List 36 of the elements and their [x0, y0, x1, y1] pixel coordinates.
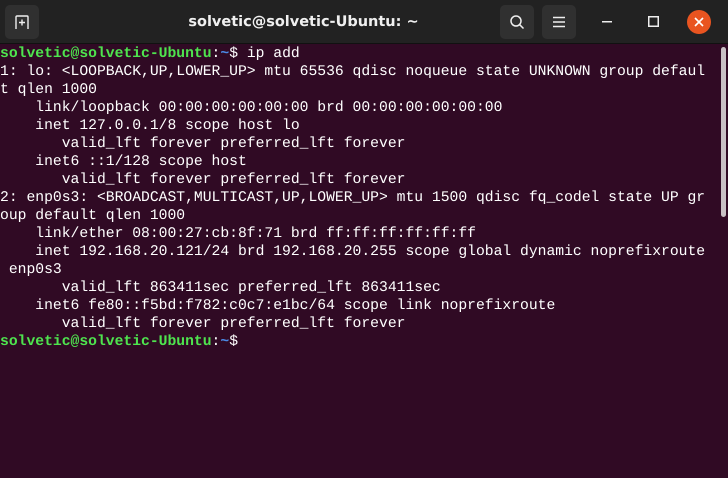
- output-line: enp0s3: [8, 262, 62, 278]
- output-line: 1: lo: <LOOPBACK,UP,LOWER_UP> mtu 65536 qdisc noqueue state UNKNOWN group defaul: [0, 64, 706, 80]
- scrollbar[interactable]: [721, 47, 726, 217]
- output-line: inet 127.0.0.1/8 scope host lo: [34, 118, 300, 134]
- prompt-separator: :: [212, 334, 220, 350]
- window-title: solvetic@solvetic-Ubuntu: ~: [187, 14, 420, 30]
- maximize-icon: [648, 16, 658, 27]
- output-line: 2: enp0s3: <BROADCAST,MULTICAST,UP,LOWER_UP> mtu 1500 qdisc fq_codel state UP gr: [0, 190, 706, 206]
- output-line: link/ether 08:00:27:cb:8f:71 brd ff:ff:ff:ff:ff:ff: [34, 226, 476, 242]
- output-line: valid_lft forever preferred_lft forever: [60, 316, 406, 332]
- prompt-user: solvetic@solvetic-Ubuntu: [0, 334, 212, 350]
- output-line: valid_lft 863411sec preferred_lft 863411sec: [60, 280, 441, 296]
- search-icon: [509, 14, 525, 30]
- close-icon: [694, 16, 704, 26]
- output-line: valid_lft forever preferred_lft forever: [60, 172, 406, 188]
- output-line: inet6 ::1/128 scope host: [34, 154, 247, 170]
- output-line: inet 192.168.20.121/24 brd 192.168.20.255 scope global dynamic noprefixroute: [34, 244, 706, 260]
- new-tab-icon: [14, 14, 30, 30]
- output-line: valid_lft forever preferred_lft forever: [60, 136, 406, 152]
- output-line: oup default qlen 1000: [0, 208, 186, 224]
- new-tab-button[interactable]: [5, 4, 39, 38]
- prompt-path: ~: [220, 46, 230, 62]
- prompt-separator: :: [212, 46, 220, 62]
- output-line: link/loopback 00:00:00:00:00:00 brd 00:00:00:00:00:00: [34, 100, 502, 116]
- prompt-symbol: $: [229, 334, 238, 350]
- search-button[interactable]: [500, 4, 534, 38]
- output-line: t qlen 1000: [0, 82, 97, 98]
- minimize-icon: [602, 20, 612, 22]
- prompt-symbol: $: [229, 46, 238, 62]
- close-button[interactable]: [687, 10, 711, 34]
- command-text: ip add: [246, 46, 300, 62]
- prompt-path: ~: [220, 334, 230, 350]
- prompt-user: solvetic@solvetic-Ubuntu: [0, 46, 212, 62]
- menu-button[interactable]: [542, 4, 576, 38]
- output-line: inet6 fe80::f5bd:f782:c0c7:e1bc/64 scope link noprefixroute: [34, 298, 556, 314]
- menu-icon: [552, 16, 566, 28]
